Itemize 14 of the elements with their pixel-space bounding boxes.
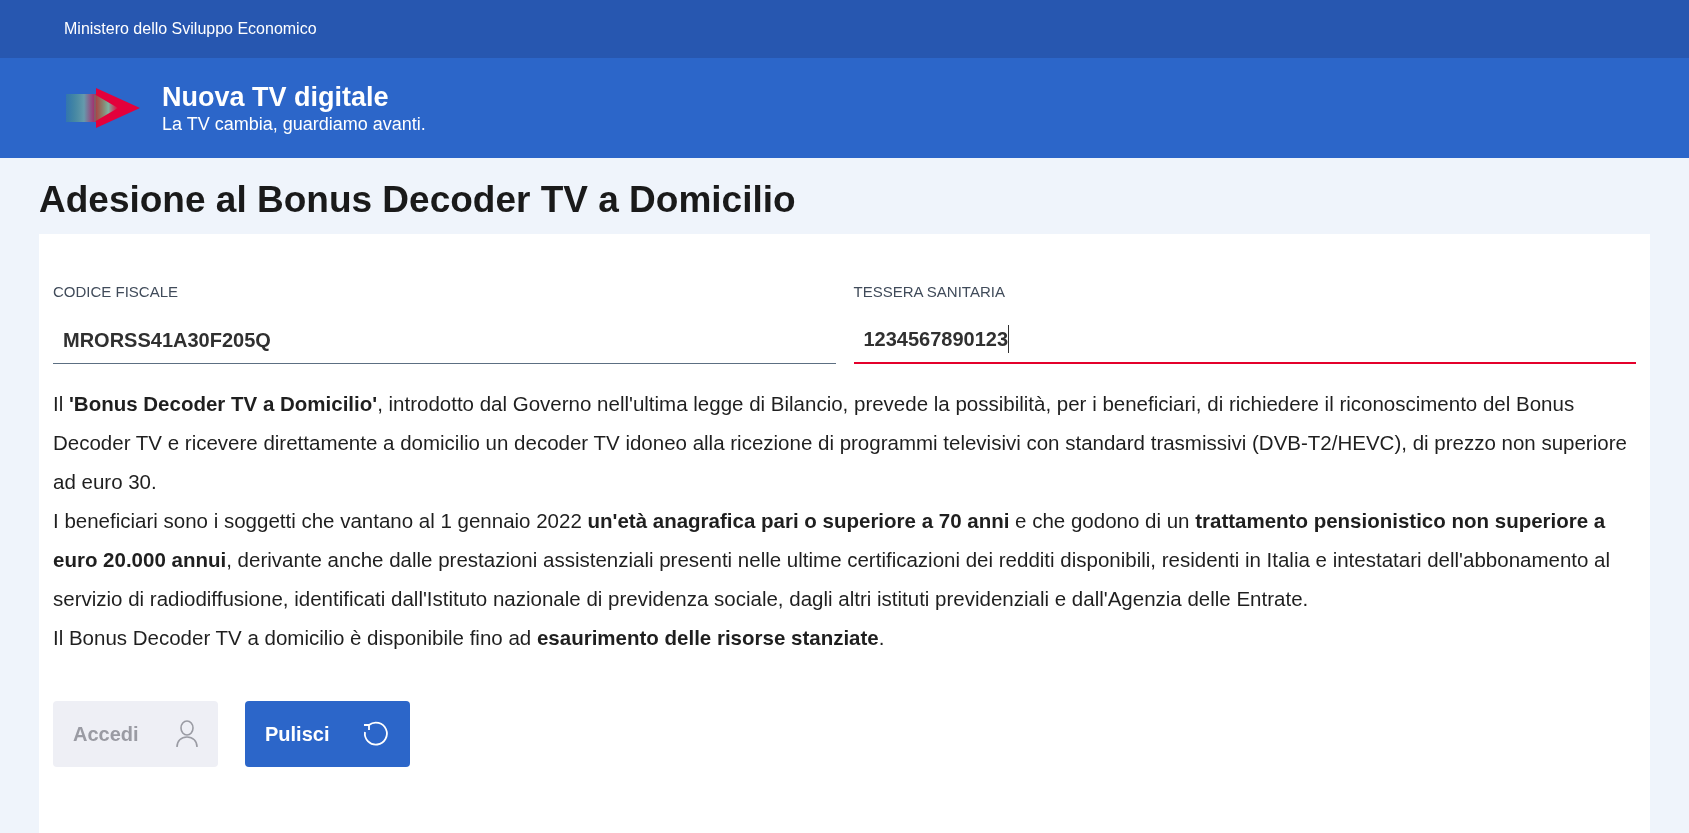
reset-icon xyxy=(362,720,390,748)
input-field[interactable]: 1234567890123 xyxy=(853,316,1636,364)
site-subtitle: La TV cambia, guardiamo avanti. xyxy=(162,113,426,135)
description-paragraph: Il 'Bonus Decoder TV a Domicilio', introdotto dal Governo nell'ultima legge di Bilancio, prevede la possibilità, per i beneficiari, di richiedere il riconoscimento del Bonus Decoder TV e ricevere direttamente a domicilio un decoder TV idoneo alla ricezione di programmi televisivi con standard trasmissivi (DVB-T2/HEVC), di prezzo non superiore ad euro 30. xyxy=(53,391,1628,495)
description-paragraph: I beneficiari sono i soggetti che vantano al 1 gennaio 2022 un'età anagrafica pari o superiore a 70 anni e che godono di un trattamento pensionistico non superiore a euro 20.000 annui, derivante anche dalle prestazioni assistenziali presenti nelle ultime certificazioni dei redditi disponibili, residenti in Italia e intestatari dell'abbonamento al servizio di radiodiffusione, identificati dall'Istituto nazionale di previdenza sociale, dagli altri istituti previdenziali e dall'Agenzia delle Entrate. xyxy=(53,508,1612,612)
ministry-name: Ministero dello Sviluppo Economico xyxy=(64,19,317,39)
site-title: Nuova TV digitale xyxy=(162,81,390,113)
field-label: CODICE FISCALE xyxy=(53,282,180,302)
description-paragraph: Il Bonus Decoder TV a domicilio è disponibile fino ad esaurimento delle risorse stanziate. xyxy=(53,625,886,651)
field-label: TESSERA SANITARIA xyxy=(853,282,1006,302)
input-field[interactable]: MRORSS41A30F205Q xyxy=(53,316,836,364)
reset-button[interactable]: Pulisci xyxy=(245,701,410,767)
user-icon xyxy=(176,720,198,748)
page-title: Adesione al Bonus Decoder TV a Domicilio xyxy=(39,178,797,222)
